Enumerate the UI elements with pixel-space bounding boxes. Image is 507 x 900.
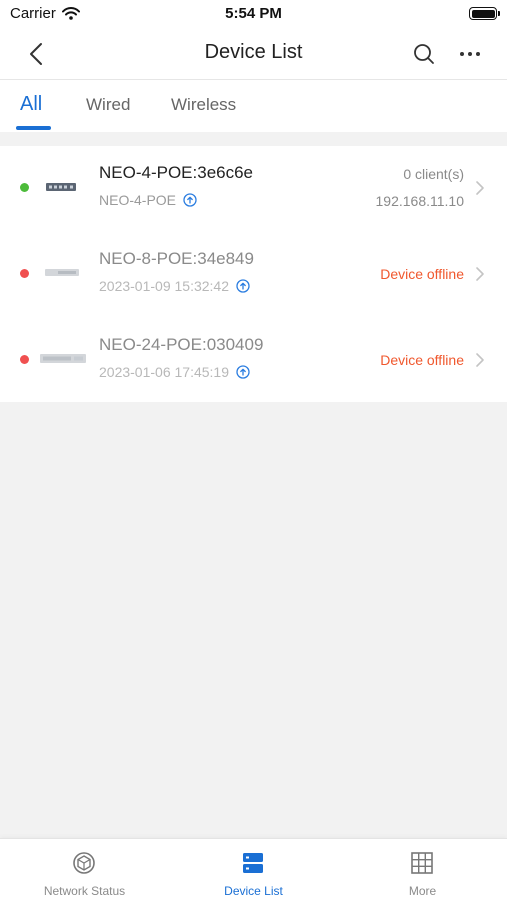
device-ip: 192.168.11.10 <box>375 193 465 209</box>
status-bar: Carrier 5:54 PM <box>0 0 507 28</box>
device-row[interactable]: NEO-24-POE:030409 2023-01-06 17:45:19 De… <box>0 318 507 404</box>
chevron-right-icon <box>476 353 484 367</box>
upgrade-icon[interactable] <box>183 193 197 207</box>
device-last-seen-row: 2023-01-09 15:32:42 <box>99 278 250 294</box>
device-row[interactable]: NEO-8-POE:34e849 2023-01-09 15:32:42 Dev… <box>0 232 507 318</box>
bottom-tab-label: More <box>408 884 437 898</box>
upgrade-icon[interactable] <box>236 365 250 379</box>
status-time: 5:54 PM <box>225 5 282 22</box>
more-button[interactable] <box>454 38 486 70</box>
nav-bar: Device List <box>0 28 507 80</box>
chevron-right-icon <box>476 181 484 195</box>
switch-device-icon <box>40 354 86 363</box>
switch-device-icon <box>45 269 79 276</box>
search-button[interactable] <box>408 38 440 70</box>
offline-status-dot <box>20 269 29 278</box>
switch-device-icon <box>46 183 76 191</box>
tab-all[interactable]: All <box>20 93 42 116</box>
device-model-row: NEO-4-POE <box>99 192 197 208</box>
offline-status-text: Device offline <box>380 352 464 368</box>
filter-tabs: All Wired Wireless <box>0 80 507 132</box>
network-status-icon <box>73 852 95 874</box>
chevron-left-icon <box>30 43 42 65</box>
bottom-tab-network-status[interactable]: Network Status <box>0 839 169 900</box>
device-row[interactable]: NEO-4-POE:3e6c6e NEO-4-POE 0 client(s) 1… <box>0 146 507 232</box>
ellipsis-icon <box>460 52 480 56</box>
battery-icon <box>469 7 500 20</box>
tab-wireless[interactable]: Wireless <box>171 95 236 115</box>
bottom-tab-more[interactable]: More <box>338 839 507 900</box>
chevron-right-icon <box>476 267 484 281</box>
device-list-icon <box>243 853 263 873</box>
device-model: NEO-4-POE <box>99 192 177 208</box>
grid-icon <box>411 852 433 874</box>
device-list: NEO-4-POE:3e6c6e NEO-4-POE 0 client(s) 1… <box>0 146 507 402</box>
upgrade-icon[interactable] <box>236 279 250 293</box>
device-name: NEO-4-POE:3e6c6e <box>99 163 254 182</box>
device-name: NEO-8-POE:34e849 <box>99 249 254 268</box>
device-last-seen-row: 2023-01-06 17:45:19 <box>99 364 250 380</box>
bottom-tab-bar: Network Status Device List More <box>0 838 507 900</box>
bottom-tab-device-list[interactable]: Device List <box>169 839 338 900</box>
tab-indicator <box>16 126 51 130</box>
bottom-tab-label: Device List <box>224 884 283 898</box>
bottom-tab-label: Network Status <box>43 884 126 898</box>
device-name: NEO-24-POE:030409 <box>99 335 264 354</box>
tab-wired[interactable]: Wired <box>86 95 130 115</box>
offline-status-dot <box>20 355 29 364</box>
device-last-seen: 2023-01-09 15:32:42 <box>99 278 229 294</box>
offline-status-text: Device offline <box>380 266 464 282</box>
online-status-dot <box>20 183 29 192</box>
back-button[interactable] <box>20 38 52 70</box>
device-last-seen: 2023-01-06 17:45:19 <box>99 364 229 380</box>
client-count: 0 client(s) <box>403 166 464 182</box>
search-icon <box>414 44 434 64</box>
